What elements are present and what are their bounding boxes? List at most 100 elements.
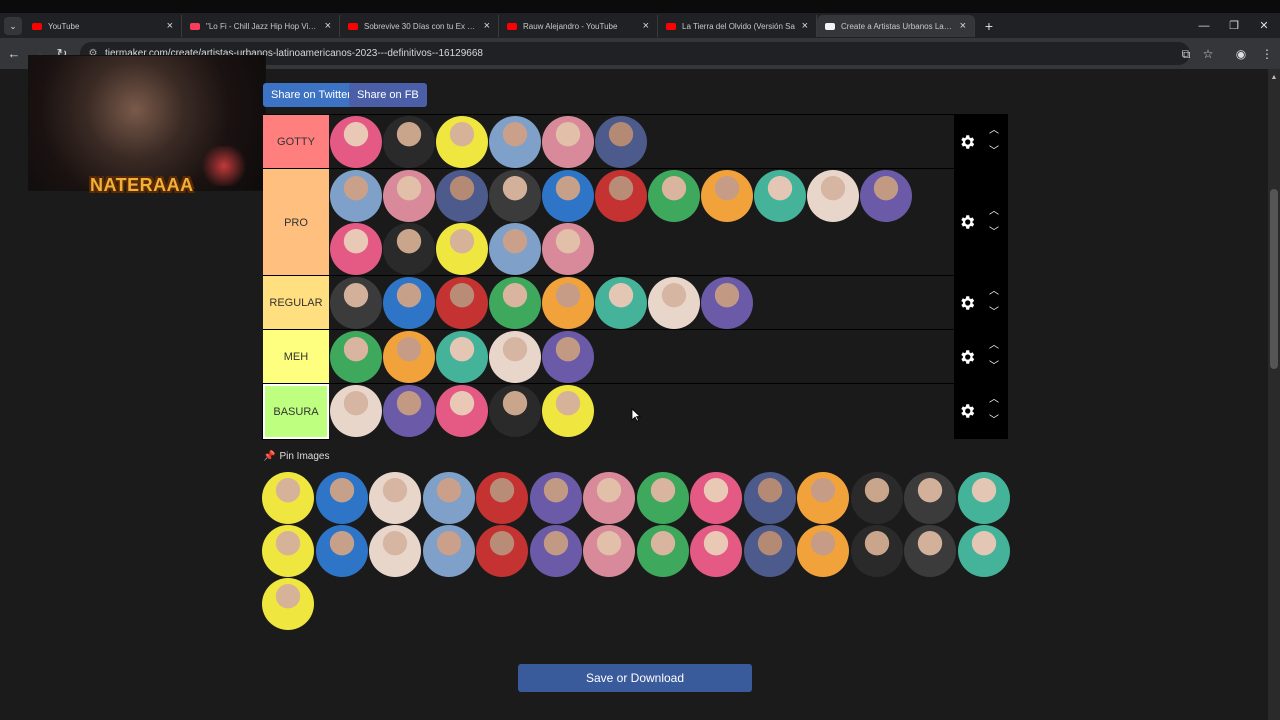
pool-artist-avatar[interactable] bbox=[743, 525, 796, 577]
gear-icon[interactable] bbox=[958, 402, 976, 420]
artist-avatar[interactable] bbox=[701, 277, 753, 329]
close-icon[interactable]: × bbox=[643, 20, 649, 32]
pool-artist-avatar[interactable] bbox=[315, 472, 368, 524]
browser-menu-icon[interactable]: ⋮ bbox=[1259, 46, 1275, 62]
pool-artist-avatar[interactable] bbox=[583, 525, 635, 577]
artist-avatar[interactable] bbox=[807, 170, 859, 222]
tier-dropzone[interactable] bbox=[329, 384, 954, 439]
artist-avatar[interactable] bbox=[595, 116, 647, 168]
artist-avatar[interactable] bbox=[330, 277, 382, 329]
translate-icon[interactable]: ⧉ bbox=[1178, 46, 1194, 62]
move-up-icon[interactable]: ︿ bbox=[988, 394, 1000, 406]
artist-avatar[interactable] bbox=[489, 223, 541, 275]
share-twitter-button[interactable]: Share on Twitter bbox=[263, 83, 359, 107]
close-icon[interactable]: × bbox=[167, 20, 173, 32]
artist-avatar[interactable] bbox=[330, 170, 382, 222]
artist-avatar[interactable] bbox=[542, 277, 594, 329]
pool-artist-avatar[interactable] bbox=[529, 472, 582, 524]
tab-tierra-olvido[interactable]: La Tierra del Olvido (Versión Sa × bbox=[658, 15, 817, 37]
pool-artist-avatar[interactable] bbox=[476, 525, 528, 577]
tab-lofi[interactable]: "Lo Fi - Chill Jazz Hip Hop Vibes × bbox=[182, 15, 340, 37]
artist-avatar[interactable] bbox=[542, 170, 594, 222]
artist-avatar[interactable] bbox=[595, 170, 647, 222]
gear-icon[interactable] bbox=[958, 348, 976, 366]
artist-avatar[interactable] bbox=[701, 170, 753, 222]
artist-avatar[interactable] bbox=[542, 385, 594, 437]
pool-artist-avatar[interactable] bbox=[529, 525, 582, 577]
artist-avatar[interactable] bbox=[489, 170, 541, 222]
pool-artist-avatar[interactable] bbox=[262, 472, 314, 524]
gear-icon[interactable] bbox=[958, 213, 976, 231]
artist-avatar[interactable] bbox=[436, 277, 488, 329]
pool-artist-avatar[interactable] bbox=[690, 525, 742, 577]
pool-artist-avatar[interactable] bbox=[422, 472, 475, 524]
pool-artist-avatar[interactable] bbox=[797, 525, 849, 577]
gear-icon[interactable] bbox=[958, 294, 976, 312]
maximize-icon[interactable]: ❐ bbox=[1224, 17, 1244, 35]
pool-artist-avatar[interactable] bbox=[636, 525, 689, 577]
close-icon[interactable]: × bbox=[960, 20, 966, 32]
close-icon[interactable]: × bbox=[325, 20, 331, 32]
pool-artist-avatar[interactable] bbox=[636, 472, 689, 524]
new-tab-button[interactable]: + bbox=[980, 17, 998, 35]
artist-avatar[interactable] bbox=[436, 116, 488, 168]
artist-avatar[interactable] bbox=[383, 277, 435, 329]
pool-artist-avatar[interactable] bbox=[476, 472, 528, 524]
tier-label[interactable]: MEH bbox=[263, 330, 329, 384]
back-icon[interactable]: ← bbox=[6, 46, 22, 62]
scroll-up-icon[interactable]: ▲ bbox=[1268, 73, 1280, 83]
pool-artist-avatar[interactable] bbox=[369, 472, 421, 524]
artist-avatar[interactable] bbox=[489, 385, 541, 437]
tier-dropzone[interactable] bbox=[329, 276, 954, 330]
move-up-icon[interactable]: ︿ bbox=[988, 206, 1000, 218]
artist-avatar[interactable] bbox=[330, 223, 382, 275]
artist-avatar[interactable] bbox=[542, 331, 594, 383]
move-down-icon[interactable]: ﹀ bbox=[988, 307, 1000, 319]
artist-avatar[interactable] bbox=[383, 116, 435, 168]
close-icon[interactable]: × bbox=[802, 20, 808, 32]
tier-dropzone[interactable] bbox=[329, 115, 954, 169]
pool-artist-avatar[interactable] bbox=[904, 472, 956, 524]
artist-avatar[interactable] bbox=[383, 170, 435, 222]
tier-label[interactable]: REGULAR bbox=[263, 276, 329, 330]
artist-avatar[interactable] bbox=[648, 170, 700, 222]
tab-sobrevive[interactable]: Sobrevive 30 Días con tu Ex en M × bbox=[340, 15, 499, 37]
gear-icon[interactable] bbox=[958, 133, 976, 151]
move-down-icon[interactable]: ﹀ bbox=[988, 415, 1000, 427]
bookmark-star-icon[interactable]: ☆ bbox=[1200, 46, 1216, 62]
artist-avatar[interactable] bbox=[436, 170, 488, 222]
share-fb-button[interactable]: Share on FB bbox=[349, 83, 427, 107]
move-down-icon[interactable]: ﹀ bbox=[988, 361, 1000, 373]
tier-label[interactable]: PRO bbox=[263, 169, 329, 276]
pool-artist-avatar[interactable] bbox=[743, 472, 796, 524]
save-download-button[interactable]: Save or Download bbox=[518, 664, 752, 692]
artist-avatar[interactable] bbox=[860, 170, 912, 222]
move-up-icon[interactable]: ︿ bbox=[988, 125, 1000, 137]
pool-artist-avatar[interactable] bbox=[797, 472, 849, 524]
artist-avatar[interactable] bbox=[489, 331, 541, 383]
pool-artist-avatar[interactable] bbox=[315, 525, 368, 577]
artist-avatar[interactable] bbox=[489, 116, 541, 168]
artist-avatar[interactable] bbox=[383, 223, 435, 275]
move-up-icon[interactable]: ︿ bbox=[988, 286, 1000, 298]
artist-avatar[interactable] bbox=[383, 385, 435, 437]
tier-dropzone[interactable] bbox=[329, 169, 954, 276]
artist-avatar[interactable] bbox=[595, 277, 647, 329]
move-down-icon[interactable]: ﹀ bbox=[988, 227, 1000, 239]
artist-avatar[interactable] bbox=[436, 385, 488, 437]
pool-artist-avatar[interactable] bbox=[369, 525, 421, 577]
artist-avatar[interactable] bbox=[436, 331, 488, 383]
tier-label[interactable]: BASURA bbox=[262, 383, 330, 440]
pool-artist-avatar[interactable] bbox=[850, 525, 903, 577]
pool-artist-avatar[interactable] bbox=[422, 525, 475, 577]
pool-artist-avatar[interactable] bbox=[957, 525, 1010, 577]
artist-avatar[interactable] bbox=[542, 223, 594, 275]
artist-avatar[interactable] bbox=[330, 116, 382, 168]
tier-dropzone[interactable] bbox=[329, 330, 954, 384]
pool-artist-avatar[interactable] bbox=[583, 472, 635, 524]
minimize-icon[interactable]: — bbox=[1194, 17, 1214, 35]
tab-rauw[interactable]: Rauw Alejandro - YouTube × bbox=[499, 15, 658, 37]
pool-artist-avatar[interactable] bbox=[957, 472, 1010, 524]
artist-avatar[interactable] bbox=[383, 331, 435, 383]
tier-label[interactable]: GOTTY bbox=[263, 115, 329, 169]
